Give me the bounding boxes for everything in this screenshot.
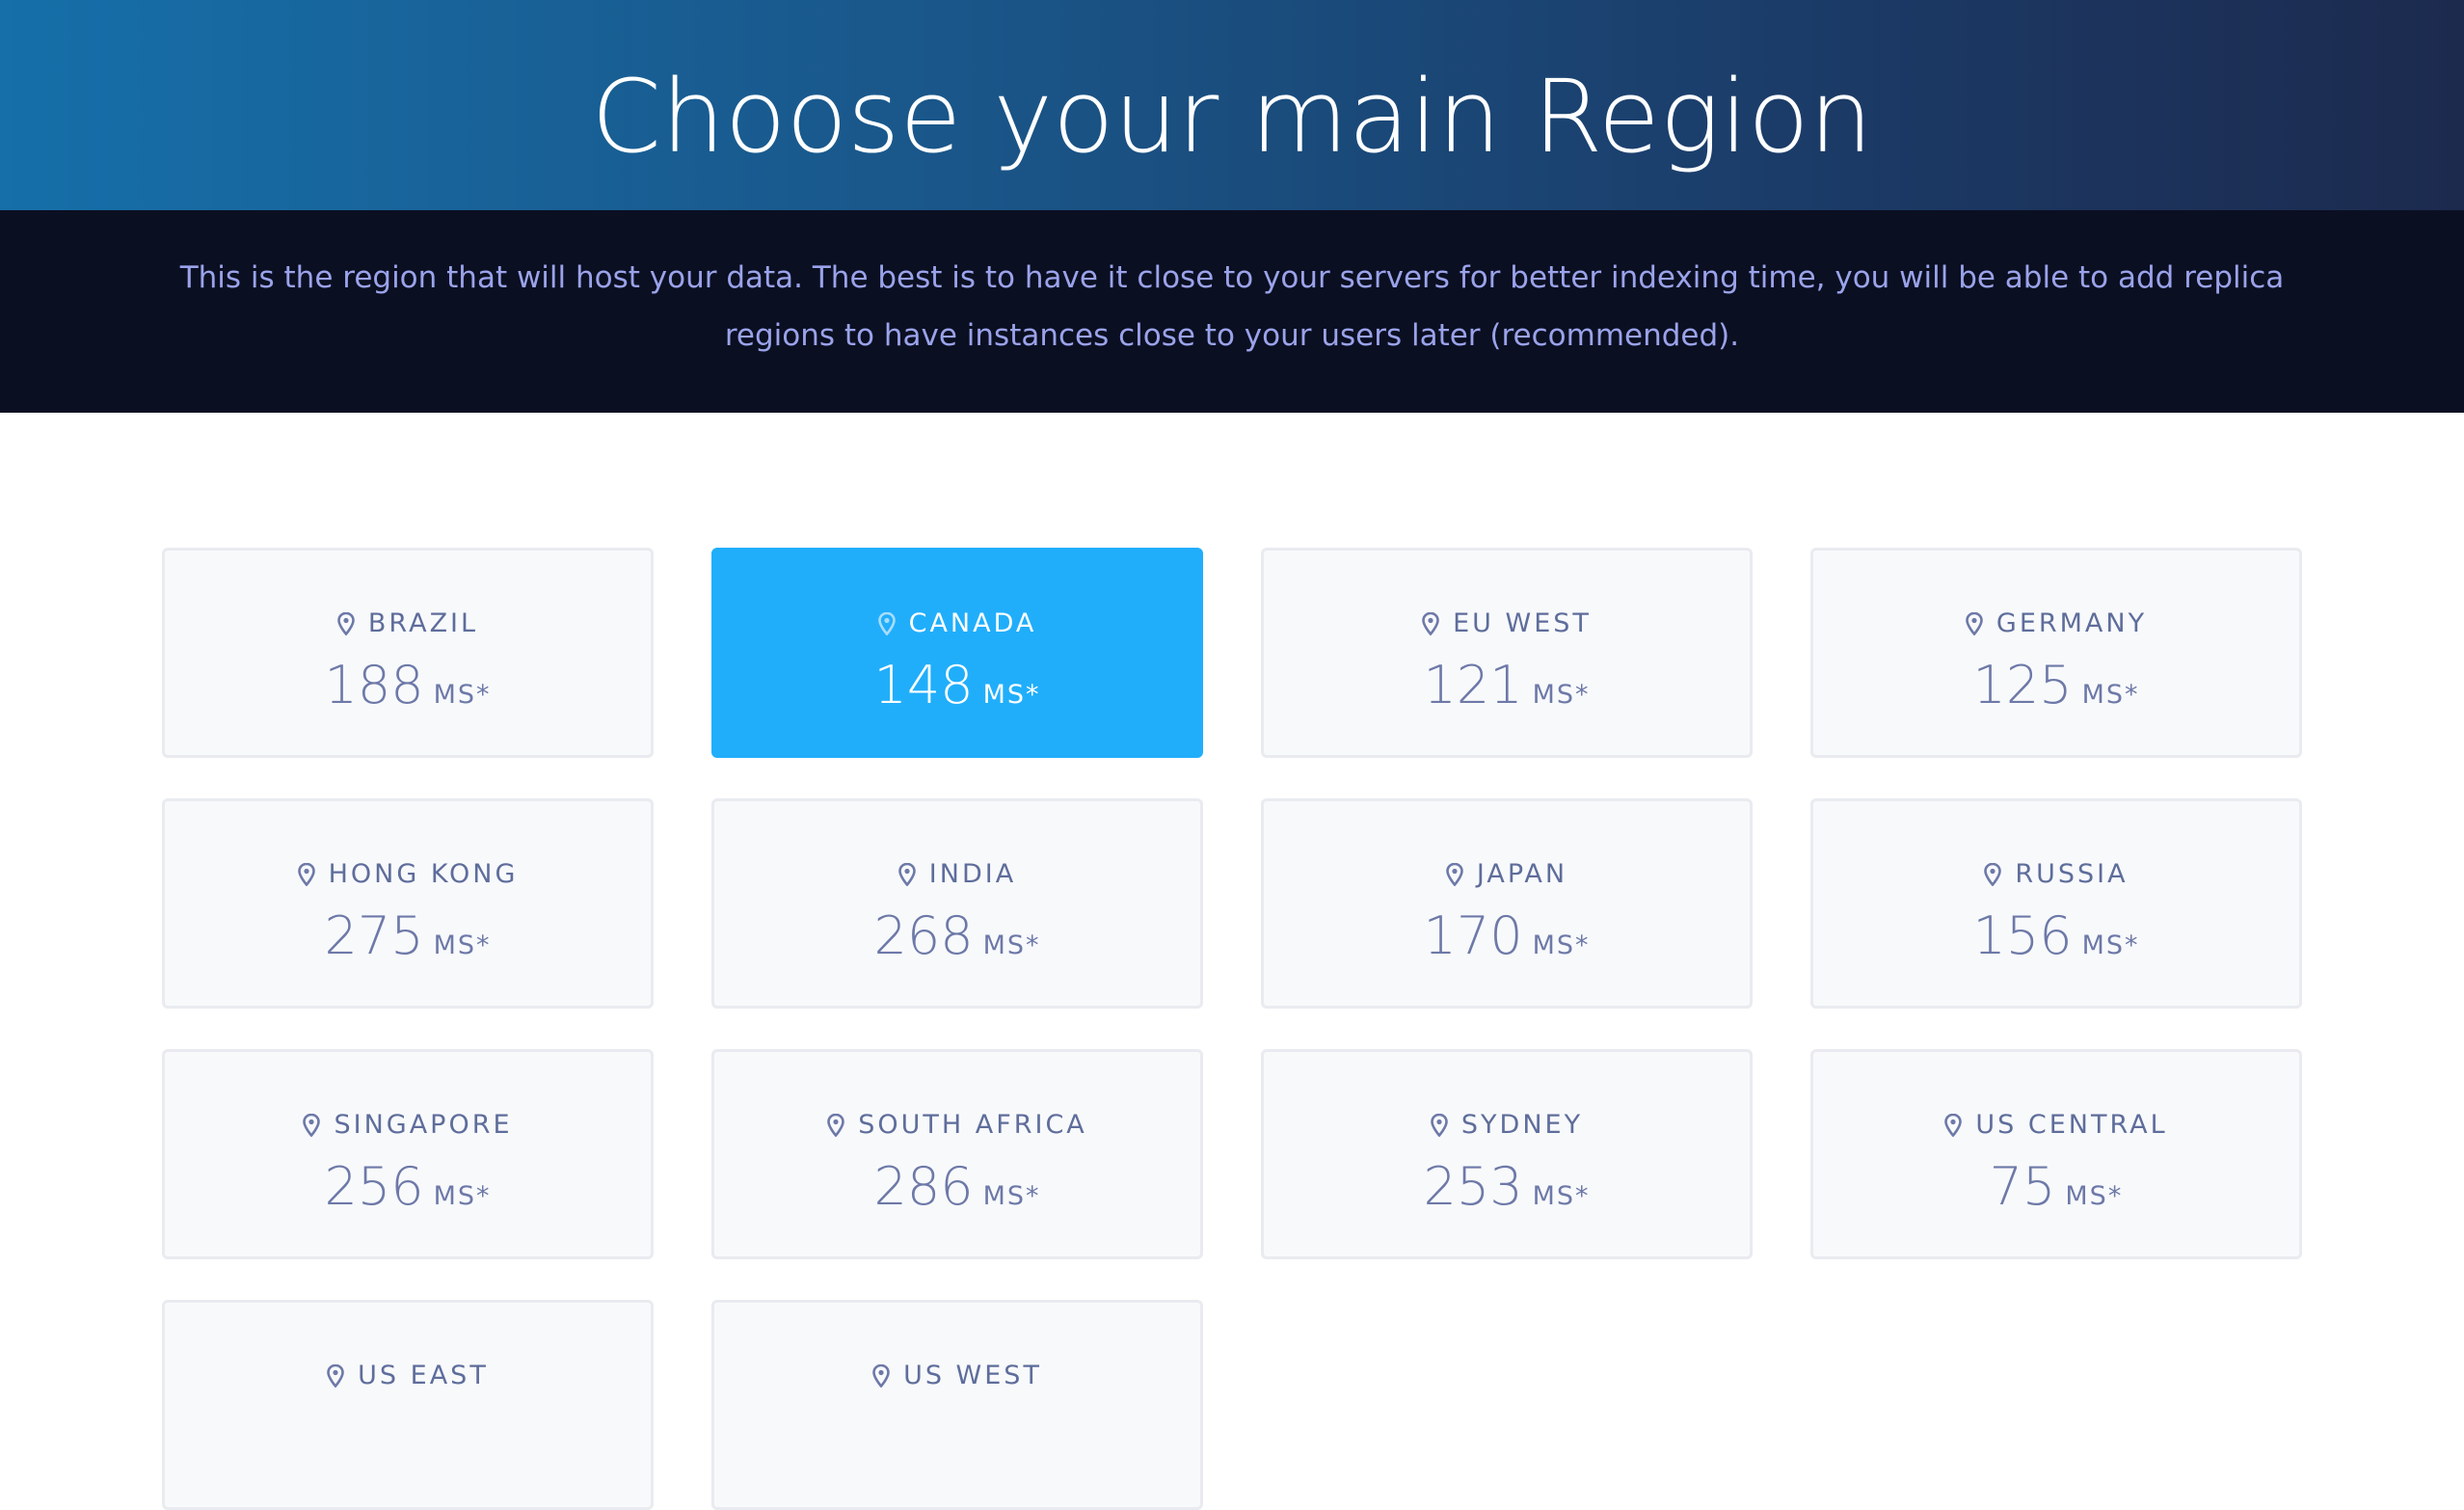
map-pin-icon <box>877 611 896 636</box>
header-banner: Choose your main Region <box>0 0 2464 210</box>
region-latency: 256 <box>324 1156 424 1217</box>
region-latency-unit: MS* <box>1532 1181 1591 1211</box>
region-name-row: BRAZIL <box>165 607 651 641</box>
region-card-us-west[interactable]: US WEST <box>711 1300 1203 1510</box>
region-card-russia[interactable]: RUSSIA 156 MS* <box>1810 798 2302 1009</box>
map-pin-icon <box>297 862 315 887</box>
region-name: US WEST <box>903 1361 1042 1390</box>
region-name: RUSSIA <box>2015 859 2129 889</box>
region-card-brazil[interactable]: BRAZIL 188 MS* <box>162 548 654 758</box>
region-latency-row: 275 MS* <box>165 898 651 975</box>
region-name: SOUTH AFRICA <box>858 1110 1087 1140</box>
region-card-south-africa[interactable]: SOUTH AFRICA 286 MS* <box>711 1049 1203 1259</box>
region-latency-unit: MS* <box>433 930 492 960</box>
map-pin-icon <box>1446 862 1463 887</box>
region-latency-row <box>714 1399 1200 1476</box>
region-card-us-east[interactable]: US EAST <box>162 1300 654 1510</box>
region-latency-row: 253 MS* <box>1264 1148 1750 1226</box>
region-name: EU WEST <box>1453 608 1592 638</box>
region-name: HONG KONG <box>328 859 519 889</box>
region-name-row: INDIA <box>714 857 1200 892</box>
region-card-india[interactable]: INDIA 268 MS* <box>711 798 1203 1009</box>
region-description: This is the region that will host your d… <box>179 260 2285 353</box>
region-name: CANADA <box>908 608 1037 638</box>
region-card-us-central[interactable]: US CENTRAL 75 MS* <box>1810 1049 2302 1259</box>
region-name-row: US EAST <box>165 1359 651 1393</box>
region-latency: 286 <box>873 1156 974 1217</box>
region-latency-unit: MS* <box>982 680 1041 710</box>
region-latency-unit: MS* <box>1532 930 1591 960</box>
region-name-row: SYDNEY <box>1264 1108 1750 1143</box>
region-name: BRAZIL <box>367 608 479 638</box>
region-latency-row: 121 MS* <box>1264 647 1750 724</box>
region-latency: 268 <box>873 905 974 966</box>
region-card-canada[interactable]: CANADA 148 MS* <box>711 548 1203 758</box>
region-latency-row: 188 MS* <box>165 647 651 724</box>
region-name-row: JAPAN <box>1264 857 1750 892</box>
map-pin-icon <box>1944 1113 1963 1138</box>
region-latency-row: 148 MS* <box>714 647 1200 724</box>
region-name: GERMANY <box>1995 608 2148 638</box>
region-card-hong-kong[interactable]: HONG KONG 275 MS* <box>162 798 654 1009</box>
region-card-germany[interactable]: GERMANY 125 MS* <box>1810 548 2302 758</box>
region-latency: 75 <box>1989 1156 2056 1217</box>
region-name: US CENTRAL <box>1975 1110 2168 1140</box>
region-name-row: US CENTRAL <box>1813 1108 2299 1143</box>
map-pin-icon <box>897 862 916 887</box>
region-latency: 275 <box>324 905 424 966</box>
region-latency-row: 170 MS* <box>1264 898 1750 975</box>
map-pin-icon <box>337 611 355 636</box>
region-latency: 148 <box>873 655 974 715</box>
region-latency-row <box>165 1399 651 1476</box>
region-name: SINGAPORE <box>334 1110 513 1140</box>
map-pin-icon <box>1431 1113 1448 1138</box>
region-name-row: SOUTH AFRICA <box>714 1108 1200 1143</box>
region-latency-row: 75 MS* <box>1813 1148 2299 1226</box>
region-name: JAPAN <box>1476 859 1568 889</box>
region-latency-row: 125 MS* <box>1813 647 2299 724</box>
region-latency-row: 286 MS* <box>714 1148 1200 1226</box>
region-name: US EAST <box>358 1361 489 1390</box>
region-latency-unit: MS* <box>2065 1181 2124 1211</box>
region-latency-unit: MS* <box>2081 930 2140 960</box>
region-latency-row: 156 MS* <box>1813 898 2299 975</box>
map-pin-icon <box>1422 611 1439 636</box>
region-name-row: GERMANY <box>1813 607 2299 641</box>
region-latency-unit: MS* <box>2081 680 2140 710</box>
region-latency-unit: MS* <box>433 1181 492 1211</box>
region-latency: 170 <box>1423 905 1523 966</box>
region-latency-unit: MS* <box>982 930 1041 960</box>
page-title: Choose your main Region <box>591 58 1873 175</box>
region-latency-row: 256 MS* <box>165 1148 651 1226</box>
map-pin-icon <box>827 1113 845 1138</box>
region-name-row: EU WEST <box>1264 607 1750 641</box>
region-latency: 253 <box>1423 1156 1523 1217</box>
region-latency: 125 <box>1972 655 2073 715</box>
region-latency-unit: MS* <box>982 1181 1041 1211</box>
map-pin-icon <box>303 1113 321 1138</box>
region-name-row: CANADA <box>714 607 1200 641</box>
region-name: INDIA <box>928 859 1017 889</box>
region-name-row: US WEST <box>714 1359 1200 1393</box>
region-name-row: RUSSIA <box>1813 857 2299 892</box>
region-latency-unit: MS* <box>433 680 492 710</box>
region-card-singapore[interactable]: SINGAPORE 256 MS* <box>162 1049 654 1259</box>
map-pin-icon <box>1984 862 2002 887</box>
region-name-row: HONG KONG <box>165 857 651 892</box>
region-name: SYDNEY <box>1460 1110 1584 1140</box>
region-card-eu-west[interactable]: EU WEST 121 MS* <box>1261 548 1753 758</box>
region-latency-unit: MS* <box>1532 680 1591 710</box>
map-pin-icon <box>872 1363 890 1389</box>
region-latency: 188 <box>324 655 424 715</box>
region-latency: 121 <box>1423 655 1523 715</box>
map-pin-icon <box>327 1363 344 1389</box>
region-name-row: SINGAPORE <box>165 1108 651 1143</box>
map-pin-icon <box>1966 611 1983 636</box>
region-latency: 156 <box>1972 905 2073 966</box>
region-card-sydney[interactable]: SYDNEY 253 MS* <box>1261 1049 1753 1259</box>
region-latency-row: 268 MS* <box>714 898 1200 975</box>
region-card-japan[interactable]: JAPAN 170 MS* <box>1261 798 1753 1009</box>
